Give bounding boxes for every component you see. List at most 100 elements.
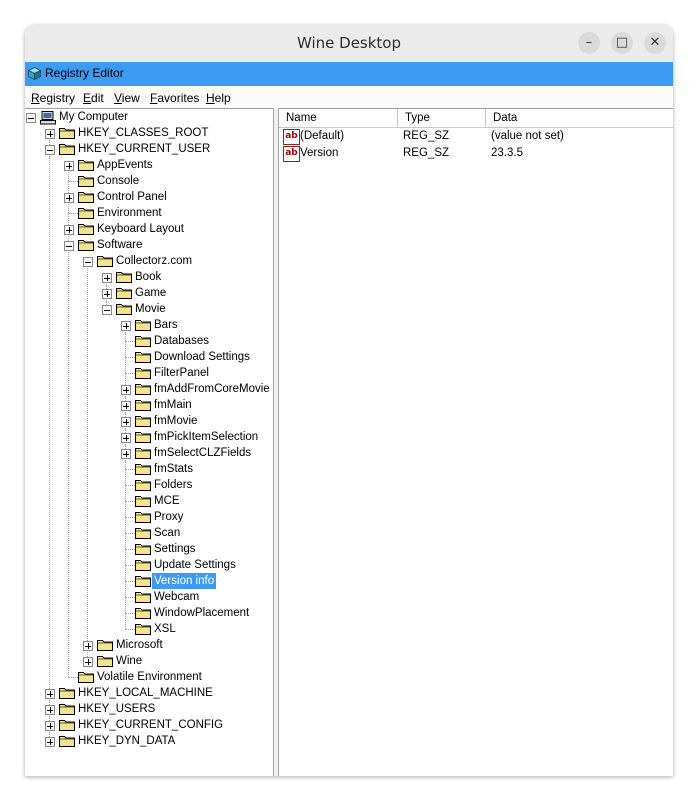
expand-plus-icon[interactable]: [102, 273, 112, 283]
expand-plus-icon[interactable]: [83, 657, 93, 667]
close-button[interactable]: ✕: [644, 32, 666, 54]
window-titlebar[interactable]: Wine Desktop – □ ✕: [25, 25, 673, 63]
tree-node[interactable]: Book: [25, 269, 273, 285]
tree-node[interactable]: Settings: [25, 541, 273, 557]
expand-plus-icon[interactable]: [121, 321, 131, 331]
tree-node[interactable]: Update Settings: [25, 557, 273, 573]
menu-favorites[interactable]: Favorites: [150, 91, 199, 105]
folder-icon: [116, 303, 132, 315]
column-header-name[interactable]: Name: [279, 109, 398, 128]
menu-registry[interactable]: Registry: [31, 91, 75, 105]
tree-node[interactable]: MCE: [25, 493, 273, 509]
expand-plus-icon[interactable]: [121, 433, 131, 443]
tree-node[interactable]: FilterPanel: [25, 365, 273, 381]
collapse-minus-icon[interactable]: [45, 145, 55, 155]
expand-plus-icon[interactable]: [83, 641, 93, 651]
tree-node[interactable]: Download Settings: [25, 349, 273, 365]
tree-node[interactable]: Game: [25, 285, 273, 301]
folder-icon: [135, 367, 151, 379]
tree-node[interactable]: Software: [25, 237, 273, 253]
value-data: 23.3.5: [491, 147, 523, 159]
folder-icon: [135, 415, 151, 427]
collapse-minus-icon[interactable]: [83, 257, 93, 267]
tree-node[interactable]: HKEY_DYN_DATA: [25, 733, 273, 749]
expand-plus-icon[interactable]: [121, 417, 131, 427]
folder-icon: [78, 159, 94, 171]
expand-plus-icon[interactable]: [45, 721, 55, 731]
tree-node[interactable]: Console: [25, 173, 273, 189]
collapse-minus-icon[interactable]: [26, 113, 36, 123]
tree-node[interactable]: HKEY_CURRENT_CONFIG: [25, 717, 273, 733]
tree-node[interactable]: Wine: [25, 653, 273, 669]
maximize-button[interactable]: □: [611, 32, 633, 54]
tree-node[interactable]: XSL: [25, 621, 273, 637]
menu-edit[interactable]: Edit: [83, 91, 104, 105]
tree-node-label: Game: [135, 287, 167, 299]
tree-node[interactable]: HKEY_CURRENT_USER: [25, 141, 273, 157]
tree-node[interactable]: Folders: [25, 477, 273, 493]
folder-icon: [97, 655, 113, 667]
tree-node[interactable]: fmMovie: [25, 413, 273, 429]
expand-plus-icon[interactable]: [45, 705, 55, 715]
folder-icon: [78, 223, 94, 235]
tree-node-label: XSL: [154, 623, 176, 635]
tree-node[interactable]: Collectorz.com: [25, 253, 273, 269]
tree-node[interactable]: Proxy: [25, 509, 273, 525]
collapse-minus-icon[interactable]: [102, 305, 112, 315]
tree-node-label: HKEY_DYN_DATA: [78, 735, 176, 747]
tree-node[interactable]: fmStats: [25, 461, 273, 477]
tree-node[interactable]: Scan: [25, 525, 273, 541]
menu-view[interactable]: View: [114, 91, 140, 105]
column-header-type[interactable]: Type: [398, 109, 486, 128]
folder-icon: [78, 207, 94, 219]
expand-plus-icon[interactable]: [102, 289, 112, 299]
tree-node-label: Download Settings: [154, 351, 250, 363]
tree-node[interactable]: Environment: [25, 205, 273, 221]
minimize-button[interactable]: –: [578, 32, 600, 54]
tree-node[interactable]: HKEY_USERS: [25, 701, 273, 717]
values-list[interactable]: Name Type Data ab (Default) REG_SZ (valu…: [278, 108, 673, 776]
expand-plus-icon[interactable]: [64, 193, 74, 203]
tree-node[interactable]: My Computer: [25, 109, 273, 125]
folder-icon: [135, 319, 151, 331]
tree-node[interactable]: Webcam: [25, 589, 273, 605]
computer-icon: [40, 111, 56, 125]
tree-node[interactable]: Movie: [25, 301, 273, 317]
column-header-data[interactable]: Data: [486, 109, 673, 128]
tree-node[interactable]: Microsoft: [25, 637, 273, 653]
tree-node[interactable]: Databases: [25, 333, 273, 349]
tree-node[interactable]: Control Panel: [25, 189, 273, 205]
value-name: (Default): [300, 130, 345, 142]
registry-tree[interactable]: My Computer HKEY_CLASSES_ROOT HKEY_CURRENT…: [25, 108, 274, 776]
expand-plus-icon[interactable]: [45, 689, 55, 699]
expand-plus-icon[interactable]: [45, 129, 55, 139]
value-name: Version: [300, 147, 339, 159]
expand-plus-icon[interactable]: [64, 161, 74, 171]
tree-node[interactable]: Keyboard Layout: [25, 221, 273, 237]
tree-node-label: Environment: [97, 207, 162, 219]
tree-node-label: Databases: [154, 335, 209, 347]
tree-node-label: Microsoft: [116, 639, 163, 651]
expand-plus-icon[interactable]: [121, 401, 131, 411]
expand-plus-icon[interactable]: [121, 449, 131, 459]
tree-node[interactable]: Volatile Environment: [25, 669, 273, 685]
tree-node-label: HKEY_CLASSES_ROOT: [78, 127, 209, 139]
tree-node[interactable]: WindowPlacement: [25, 605, 273, 621]
value-row[interactable]: ab Version REG_SZ 23.3.5: [279, 145, 673, 162]
tree-node[interactable]: HKEY_LOCAL_MACHINE: [25, 685, 273, 701]
menu-help[interactable]: Help: [206, 91, 231, 105]
tree-node[interactable]: Bars: [25, 317, 273, 333]
tree-node[interactable]: AppEvents: [25, 157, 273, 173]
tree-node[interactable]: fmPickItemSelection: [25, 429, 273, 445]
collapse-minus-icon[interactable]: [64, 241, 74, 251]
expand-plus-icon[interactable]: [64, 225, 74, 235]
tree-node[interactable]: HKEY_CLASSES_ROOT: [25, 125, 273, 141]
expand-plus-icon[interactable]: [45, 737, 55, 747]
tree-node[interactable]: fmMain: [25, 397, 273, 413]
tree-node[interactable]: fmSelectCLZFields: [25, 445, 273, 461]
expand-plus-icon[interactable]: [121, 385, 131, 395]
tree-node[interactable]: Version info: [25, 573, 273, 589]
value-row[interactable]: ab (Default) REG_SZ (value not set): [279, 128, 673, 145]
tree-node[interactable]: fmAddFromCoreMovie: [25, 381, 273, 397]
folder-icon: [116, 287, 132, 299]
